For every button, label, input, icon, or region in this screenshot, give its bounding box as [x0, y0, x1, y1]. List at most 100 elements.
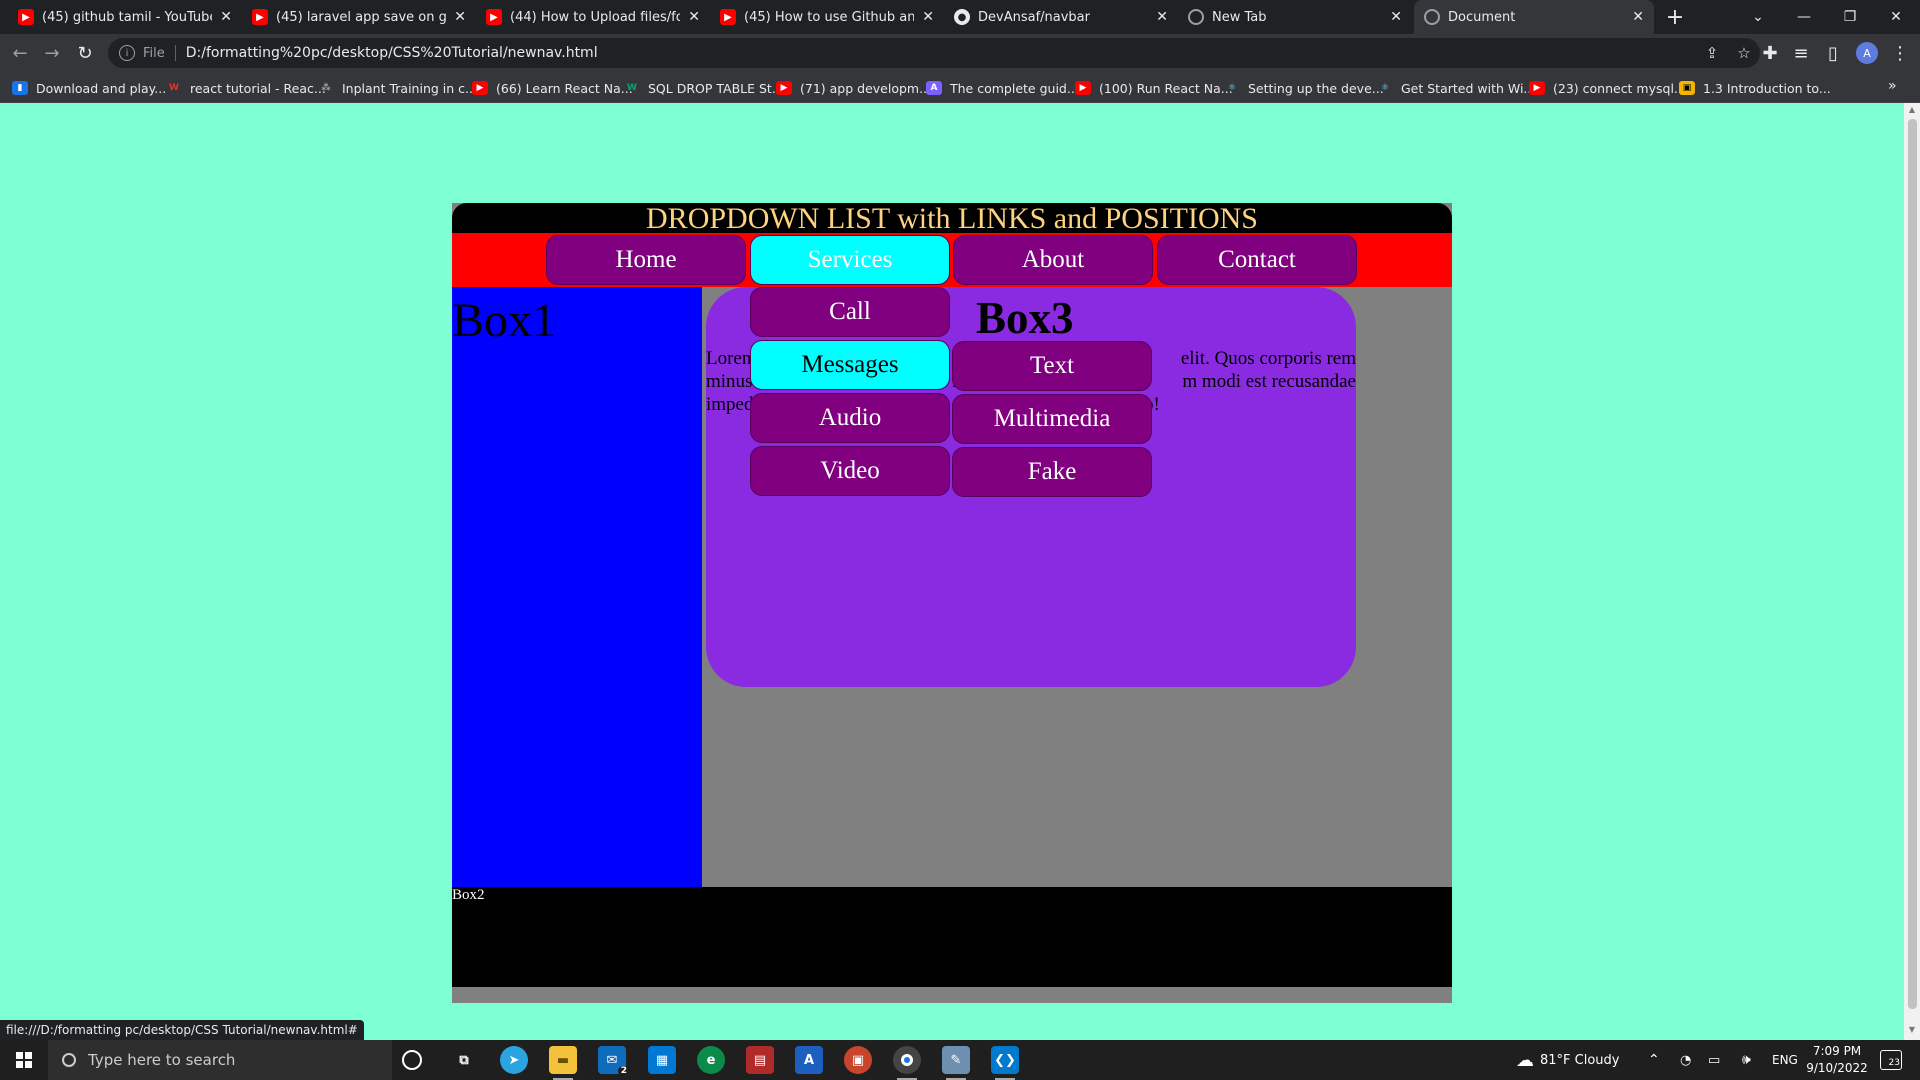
dropdown-item-audio[interactable]: Audio [750, 393, 950, 443]
task-view-icon[interactable]: ⧉ [450, 1046, 478, 1074]
close-icon[interactable]: ✕ [454, 9, 466, 25]
browser-tab[interactable]: ▶ (44) How to Upload files/folders ✕ [476, 0, 710, 34]
cloud-icon: ☁ [1516, 1049, 1534, 1071]
minimize-icon[interactable]: — [1781, 0, 1827, 34]
bookmark-item[interactable]: A The complete guid... [926, 78, 1079, 98]
nav-bar: Home Services About Contact [452, 233, 1452, 287]
edge-icon[interactable]: e [697, 1046, 725, 1074]
side-panel-icon[interactable]: ▯ [1819, 39, 1847, 67]
chrome-icon[interactable] [893, 1046, 921, 1080]
profile-avatar[interactable]: A [1856, 42, 1878, 64]
dictionary-app-icon[interactable]: A [795, 1046, 823, 1074]
info-icon[interactable]: i [119, 45, 135, 61]
bookmark-item[interactable]: ▶ (100) Run React Na... [1075, 78, 1233, 98]
bookmark-item[interactable]: ▣ 1.3 Introduction to... [1679, 78, 1831, 98]
address-bar[interactable]: i File D:/formatting%20pc/desktop/CSS%20… [108, 38, 1760, 68]
clock-time: 7:09 PM [1812, 1044, 1862, 1058]
battery-icon[interactable]: ▭ [1708, 1040, 1720, 1080]
taskbar-clock[interactable]: 7:09 PM 9/10/2022 [1800, 1043, 1874, 1077]
nav-item-about[interactable]: About [953, 235, 1153, 285]
weather-widget[interactable]: ☁ 81°F Cloudy [1516, 1040, 1619, 1080]
browser-tab[interactable]: ● DevAnsaf/navbar ✕ [944, 0, 1178, 34]
taskbar-search[interactable]: Type here to search [48, 1040, 392, 1080]
browser-tab-active[interactable]: Document ✕ [1414, 0, 1654, 34]
bookmark-star-icon[interactable]: ☆ [1730, 38, 1758, 68]
restore-icon[interactable]: ❐ [1827, 0, 1873, 34]
browser-tab[interactable]: New Tab ✕ [1178, 0, 1412, 34]
winrar-icon[interactable]: ▤ [746, 1046, 774, 1074]
bookmark-item[interactable]: ▶ (66) Learn React Na... [472, 78, 633, 98]
media-app-icon[interactable]: ▣ [844, 1046, 872, 1074]
bookmark-item[interactable]: ▶ (23) connect mysql... [1529, 78, 1686, 98]
vscode-icon[interactable]: ❮❯ [991, 1046, 1019, 1080]
bookmark-label: (66) Learn React Na... [496, 80, 633, 96]
close-icon[interactable]: ✕ [1156, 9, 1168, 25]
new-tab-button[interactable]: + [1660, 2, 1690, 32]
language-indicator[interactable]: ENG [1772, 1040, 1798, 1080]
bookmark-label: Setting up the deve... [1248, 80, 1384, 96]
nav-item-services[interactable]: Services [750, 235, 950, 285]
more-menu-icon[interactable]: ⋮ [1886, 39, 1914, 67]
window-close-icon[interactable]: ✕ [1873, 0, 1919, 34]
dropdown-item-call[interactable]: Call [750, 287, 950, 337]
tab-title: (44) How to Upload files/folders [510, 9, 681, 25]
youtube-icon: ▶ [472, 81, 488, 95]
scrollbar-thumb[interactable] [1908, 119, 1917, 1009]
tab-title: DevAnsaf/navbar [978, 9, 1090, 25]
back-icon[interactable]: ← [6, 39, 34, 67]
close-icon[interactable]: ✕ [688, 9, 700, 25]
mail-badge: 2 [617, 1066, 630, 1076]
share-icon[interactable]: ⇪ [1698, 38, 1726, 68]
notepad-icon[interactable]: ✎ [942, 1046, 970, 1080]
bookmark-label: The complete guid... [950, 80, 1079, 96]
file-explorer-icon[interactable]: ▬ [549, 1046, 577, 1080]
tab-search-icon[interactable]: ⌄ [1735, 0, 1781, 34]
store-icon[interactable]: ▦ [648, 1046, 676, 1074]
submenu-item-fake[interactable]: Fake [952, 447, 1152, 497]
browser-tab[interactable]: ▶ (45) How to use Github and sha ✕ [710, 0, 944, 34]
address-url[interactable]: D:/formatting%20pc/desktop/CSS%20Tutoria… [186, 45, 598, 61]
bookmark-item[interactable]: W SQL DROP TABLE St... [624, 78, 784, 98]
nav-item-contact[interactable]: Contact [1157, 235, 1357, 285]
submenu-item-multimedia[interactable]: Multimedia [952, 394, 1152, 444]
close-icon[interactable]: ✕ [220, 9, 232, 25]
bookmark-item[interactable]: ▮ Download and play... [12, 78, 166, 98]
bookmark-item[interactable]: ▶ (71) app developm... [776, 78, 931, 98]
bookmark-item[interactable]: ⚛ Setting up the deve... [1224, 78, 1384, 98]
more-bookmarks-icon[interactable]: » [1888, 78, 1897, 94]
bookmark-label: (100) Run React Na... [1099, 80, 1233, 96]
bookmark-label: 1.3 Introduction to... [1703, 80, 1831, 96]
browser-tab[interactable]: ▶ (45) github tamil - YouTube ✕ [8, 0, 242, 34]
close-icon[interactable]: ✕ [922, 9, 934, 25]
start-button[interactable] [0, 1040, 48, 1080]
browser-tab[interactable]: ▶ (45) laravel app save on github b ✕ [242, 0, 476, 34]
extensions-icon[interactable]: ✚ [1756, 39, 1784, 67]
reload-icon[interactable]: ↻ [71, 39, 99, 67]
cortana-icon[interactable] [402, 1050, 422, 1070]
telegram-icon[interactable]: ➤ [500, 1046, 528, 1074]
dropdown-item-video[interactable]: Video [750, 446, 950, 496]
close-icon[interactable]: ✕ [1390, 9, 1402, 25]
notification-center-icon[interactable]: 23 [1880, 1050, 1902, 1070]
box3-title: Box3 [976, 293, 1074, 343]
mail-icon[interactable]: ✉ 2 [598, 1046, 630, 1076]
bookmark-item[interactable]: ⚛ Get Started with Wi... [1377, 78, 1535, 98]
media-control-icon[interactable]: ≡ [1787, 39, 1815, 67]
bookmark-item[interactable]: Wreact tutorial - Reac... [166, 78, 326, 98]
windows-logo-icon [16, 1052, 32, 1068]
bookmark-item[interactable]: ⁂ Inplant Training in c... [318, 78, 477, 98]
react-icon: ⚛ [1380, 83, 1390, 93]
scroll-down-icon[interactable]: ▼ [1907, 1025, 1917, 1034]
show-hidden-icons-icon[interactable]: ⌃ [1648, 1040, 1660, 1080]
bookmarks-bar: ▮ Download and play... Wreact tutorial - … [0, 72, 1920, 103]
scroll-up-icon[interactable]: ▲ [1907, 105, 1917, 114]
submenu-item-text[interactable]: Text [952, 341, 1152, 391]
nav-item-home[interactable]: Home [546, 235, 746, 285]
page-scrollbar[interactable]: ▲ ▼ [1904, 103, 1920, 1040]
volume-icon[interactable]: 🕪 [1742, 1040, 1751, 1080]
dropdown-item-messages[interactable]: Messages [750, 340, 950, 390]
network-icon[interactable]: ◔ [1680, 1040, 1691, 1080]
forward-icon[interactable]: → [38, 39, 66, 67]
box2-label: Box2 [452, 887, 485, 903]
close-icon[interactable]: ✕ [1632, 9, 1644, 25]
